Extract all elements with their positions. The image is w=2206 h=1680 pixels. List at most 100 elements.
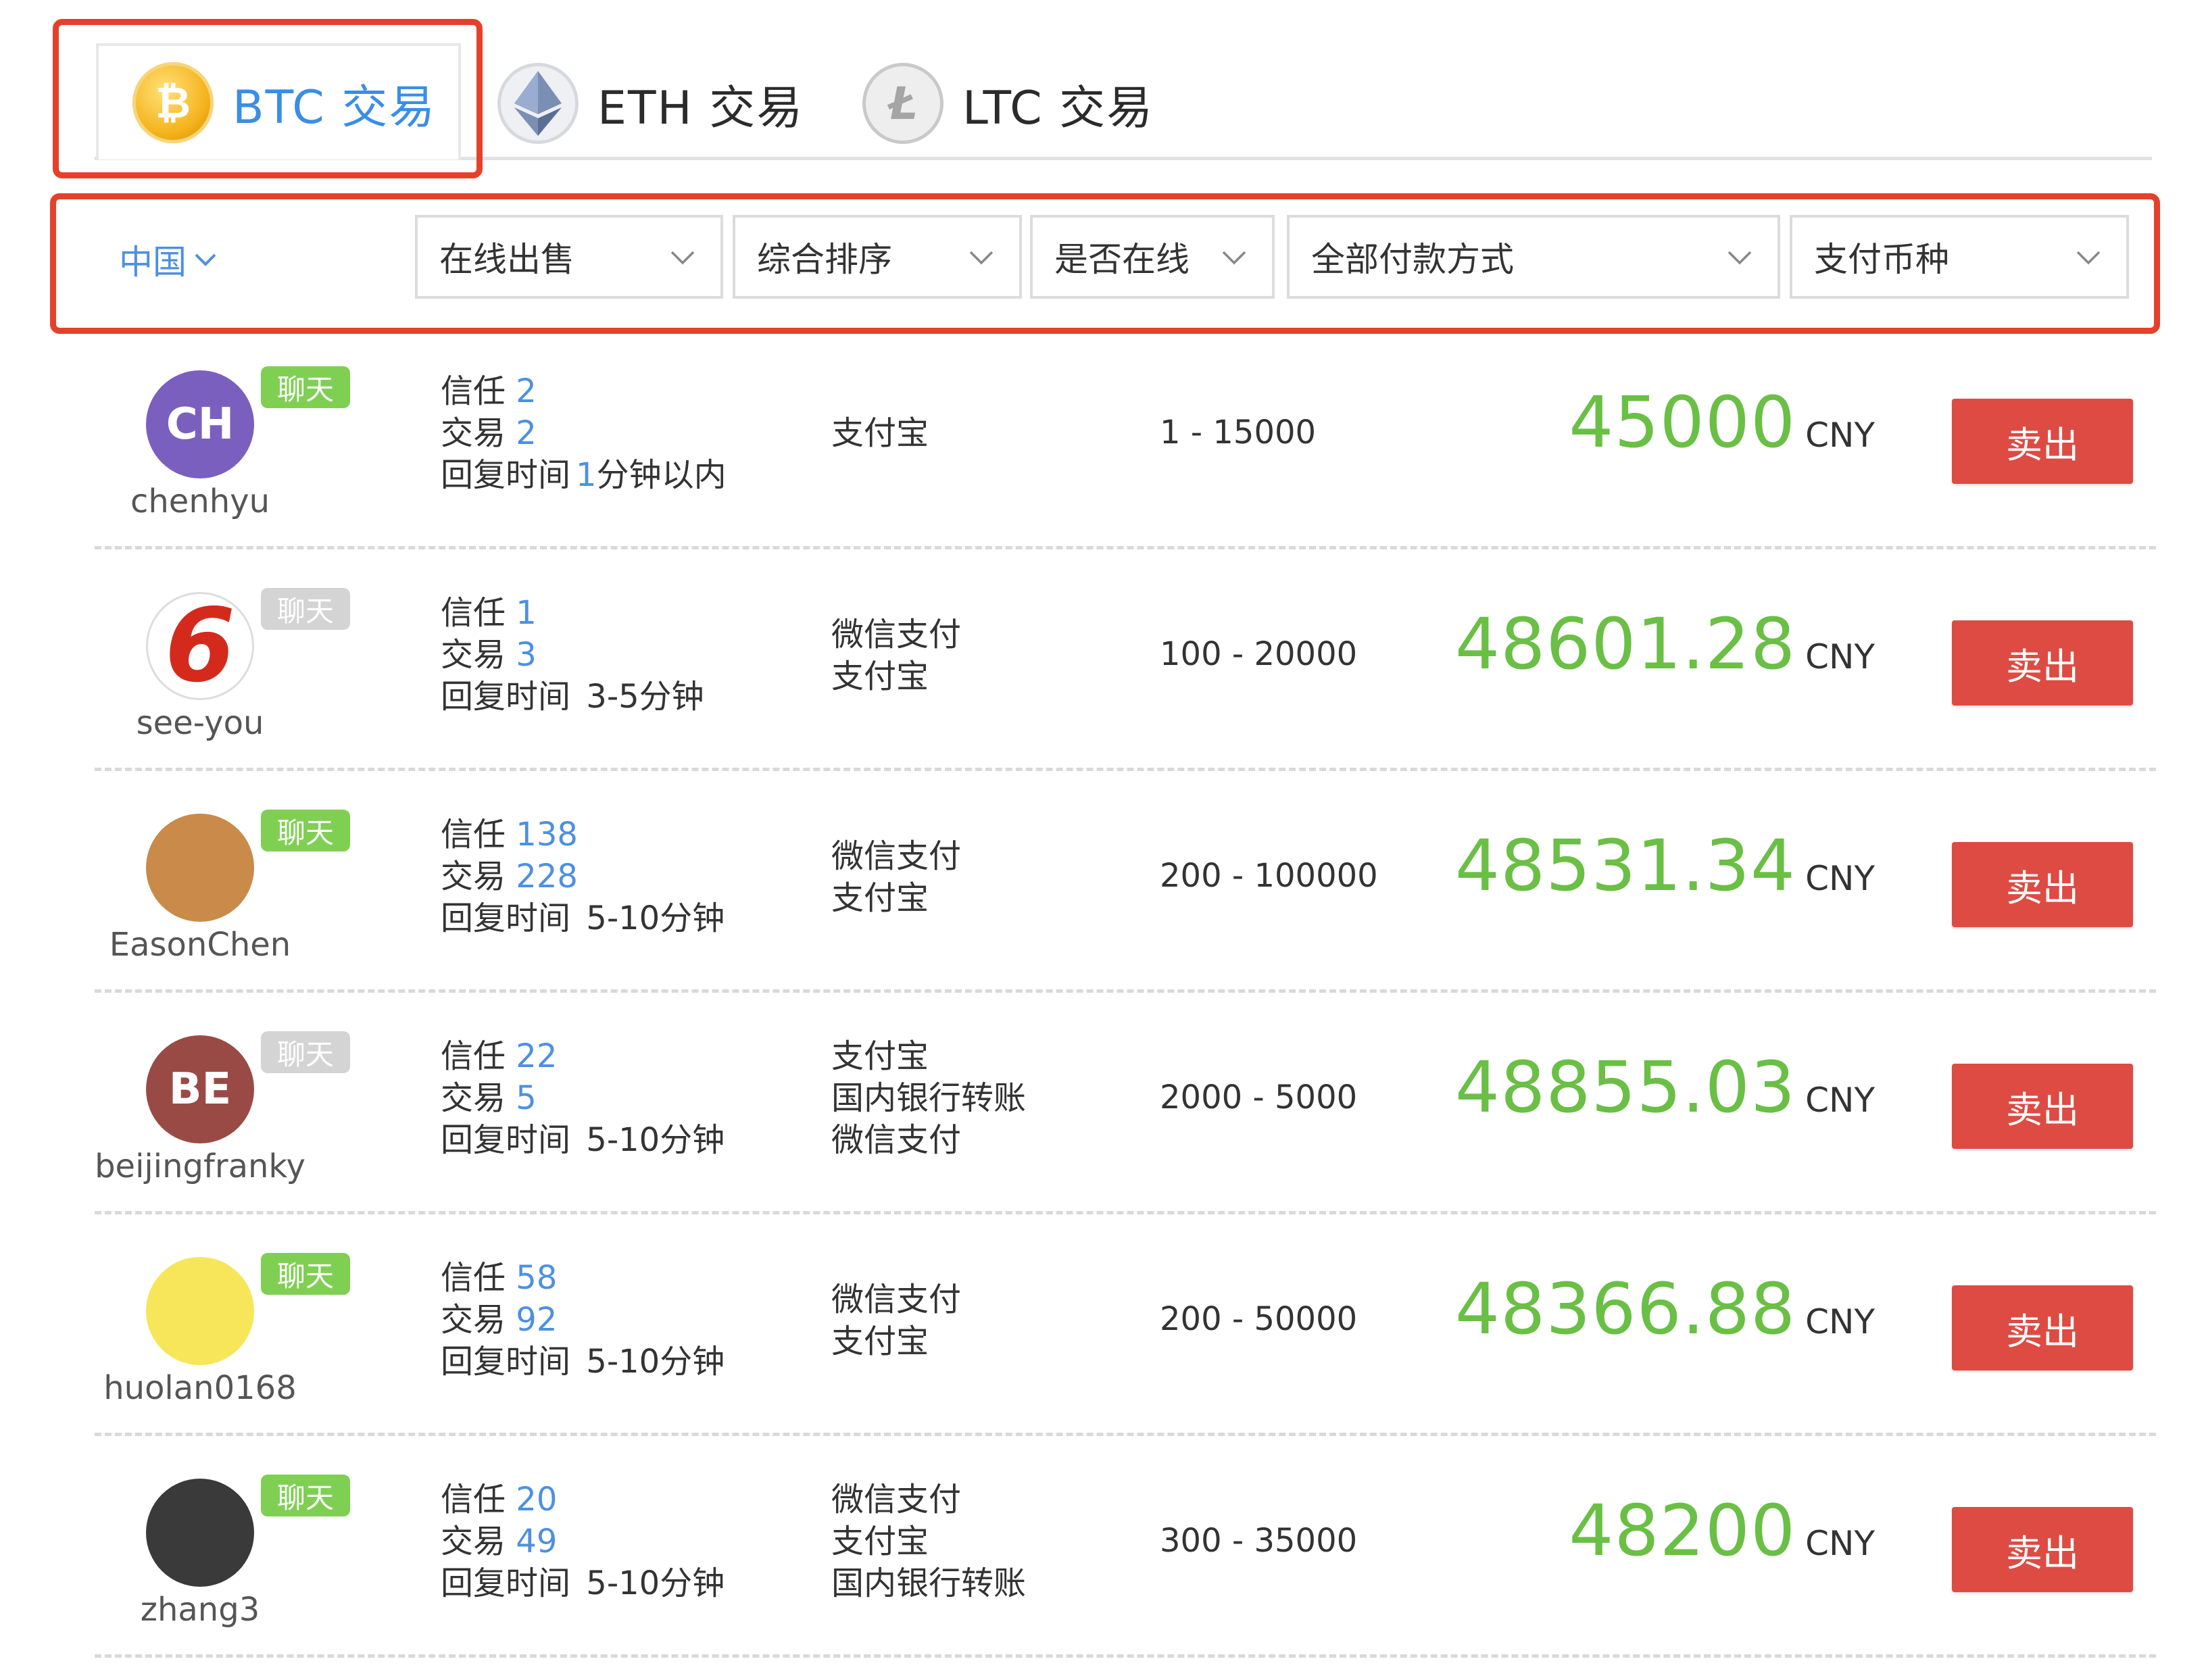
price: 48366.88 CNY: [1455, 1268, 1875, 1350]
chat-button[interactable]: 聊天: [261, 366, 350, 408]
sell-button[interactable]: 卖出: [1952, 1507, 2133, 1592]
tab-ltc[interactable]: Ł LTC 交易: [862, 59, 1154, 147]
chat-button[interactable]: 聊天: [261, 1253, 350, 1295]
sell-label: 卖出: [2006, 645, 2079, 688]
tab-btc[interactable]: ₿ BTC 交易: [96, 43, 461, 159]
chat-button[interactable]: 聊天: [261, 810, 350, 851]
reply-label: 回复时间: [441, 678, 571, 716]
trust-label: 信任: [441, 816, 506, 854]
sell-button[interactable]: 卖出: [1952, 1285, 2133, 1370]
trades-line: 交易 5: [441, 1077, 725, 1119]
chat-button[interactable]: 聊天: [261, 1031, 350, 1073]
trades-count: 5: [516, 1079, 537, 1117]
username[interactable]: chenhyu: [68, 483, 333, 520]
trade-type-dropdown[interactable]: 在线出售: [415, 215, 723, 299]
username[interactable]: beijingfranky: [68, 1147, 333, 1185]
avatar[interactable]: BE: [146, 1035, 254, 1143]
price-value: 48366.88: [1454, 1268, 1796, 1350]
payment-method: 国内银行转账: [831, 1079, 1027, 1117]
price: 48601.28 CNY: [1455, 603, 1875, 685]
trader-stats: 信任 22 交易 5 回复时间 5-10分钟: [441, 1035, 725, 1161]
online-dropdown[interactable]: 是否在线: [1030, 215, 1275, 299]
avatar[interactable]: [146, 814, 254, 922]
sell-button[interactable]: 卖出: [1952, 399, 2133, 484]
trust-count: 2: [516, 372, 537, 410]
price-value: 48531.34: [1454, 824, 1796, 907]
sort-dropdown[interactable]: 综合排序: [733, 215, 1022, 299]
trader-stats: 信任 20 交易 49 回复时间 5-10分钟: [441, 1479, 725, 1604]
payment-method: 微信支付: [831, 837, 962, 875]
trades-label: 交易: [441, 1301, 506, 1339]
trust-count: 20: [516, 1481, 558, 1518]
price-currency: CNY: [1805, 859, 1875, 898]
sell-button[interactable]: 卖出: [1952, 620, 2133, 706]
sell-button[interactable]: 卖出: [1952, 1064, 2133, 1149]
currency-label: 支付币种: [1814, 240, 1949, 279]
avatar[interactable]: 6: [146, 592, 254, 700]
avatar[interactable]: [146, 1479, 254, 1587]
reply-line: 回复时间 1分钟以内: [441, 454, 727, 496]
reply-line: 回复时间 5-10分钟: [441, 897, 725, 939]
reply-time: 5-10分钟: [576, 1564, 725, 1602]
offer-row: 聊天 huolan0168 信任 58 交易 92 回复时间 5-10分钟 微信…: [0, 1237, 2206, 1458]
chat-label: 聊天: [276, 1259, 334, 1293]
trust-count: 58: [516, 1259, 558, 1297]
trust-count: 138: [516, 816, 578, 854]
trades-line: 交易 92: [441, 1299, 725, 1341]
region-select[interactable]: 中国: [119, 235, 219, 284]
price-value: 48855.03: [1454, 1046, 1796, 1129]
tab-btc-label: BTC 交易: [232, 80, 437, 134]
chat-button[interactable]: 聊天: [261, 588, 350, 630]
avatar[interactable]: [146, 1257, 254, 1365]
avatar-text: 6: [164, 592, 236, 700]
trades-line: 交易 228: [441, 856, 725, 897]
trust-label: 信任: [441, 1481, 506, 1518]
chat-label: 聊天: [276, 1037, 334, 1071]
payment-method-dropdown[interactable]: 全部付款方式: [1287, 215, 1780, 299]
trade-limit: 100 - 20000: [1160, 635, 1358, 673]
trade-limit: 1 - 15000: [1160, 414, 1317, 451]
payment-method: 微信支付: [831, 1281, 962, 1318]
row-divider: [95, 1433, 2156, 1436]
offer-row: CH 聊天 chenhyu 信任 2 交易 2 回复时间 1分钟以内 支付宝 1 …: [0, 350, 2206, 572]
trades-label: 交易: [441, 636, 506, 674]
avatar[interactable]: CH: [146, 370, 254, 478]
trust-line: 信任 138: [441, 814, 725, 856]
offer-row: 聊天 EasonChen 信任 138 交易 228 回复时间 5-10分钟 微…: [0, 793, 2206, 1015]
chat-label: 聊天: [276, 594, 334, 628]
row-divider: [95, 546, 2156, 549]
username[interactable]: zhang3: [68, 1591, 333, 1629]
payment-methods: 微信支付 支付宝: [831, 614, 961, 697]
trust-label: 信任: [441, 1259, 506, 1297]
username[interactable]: huolan0168: [68, 1369, 333, 1407]
reply-label: 回复时间: [441, 1564, 571, 1602]
currency-dropdown[interactable]: 支付币种: [1790, 215, 2129, 299]
price-value: 48601.28: [1454, 603, 1796, 685]
price: 48200 CNY: [1569, 1489, 1875, 1572]
trades-count: 228: [516, 858, 578, 895]
sell-button[interactable]: 卖出: [1952, 842, 2133, 927]
sell-label: 卖出: [2006, 866, 2079, 910]
payment-method: 微信支付: [831, 1481, 962, 1518]
price: 48531.34 CNY: [1455, 824, 1875, 907]
row-divider: [95, 1654, 2156, 1658]
row-divider: [95, 989, 2156, 993]
reply-line: 回复时间 5-10分钟: [441, 1341, 725, 1383]
chat-button[interactable]: 聊天: [261, 1475, 350, 1516]
reply-line: 回复时间 3-5分钟: [441, 676, 704, 718]
username[interactable]: EasonChen: [68, 926, 333, 964]
price-currency: CNY: [1805, 416, 1875, 455]
payment-method: 支付宝: [831, 1323, 929, 1360]
trust-label: 信任: [441, 594, 506, 632]
payment-method: 支付宝: [831, 879, 929, 917]
trust-count: 22: [516, 1037, 558, 1075]
price: 45000 CNY: [1569, 381, 1875, 464]
chevron-down-icon: [670, 251, 695, 265]
trades-label: 交易: [441, 858, 506, 895]
tab-eth[interactable]: ETH 交易: [497, 59, 804, 147]
username[interactable]: see-you: [68, 704, 333, 742]
trust-count: 1: [516, 594, 537, 632]
trust-line: 信任 58: [441, 1257, 725, 1299]
offer-row: 6 聊天 see-you 信任 1 交易 3 回复时间 3-5分钟 微信支付 支付…: [0, 572, 2206, 793]
trust-label: 信任: [441, 1037, 506, 1075]
